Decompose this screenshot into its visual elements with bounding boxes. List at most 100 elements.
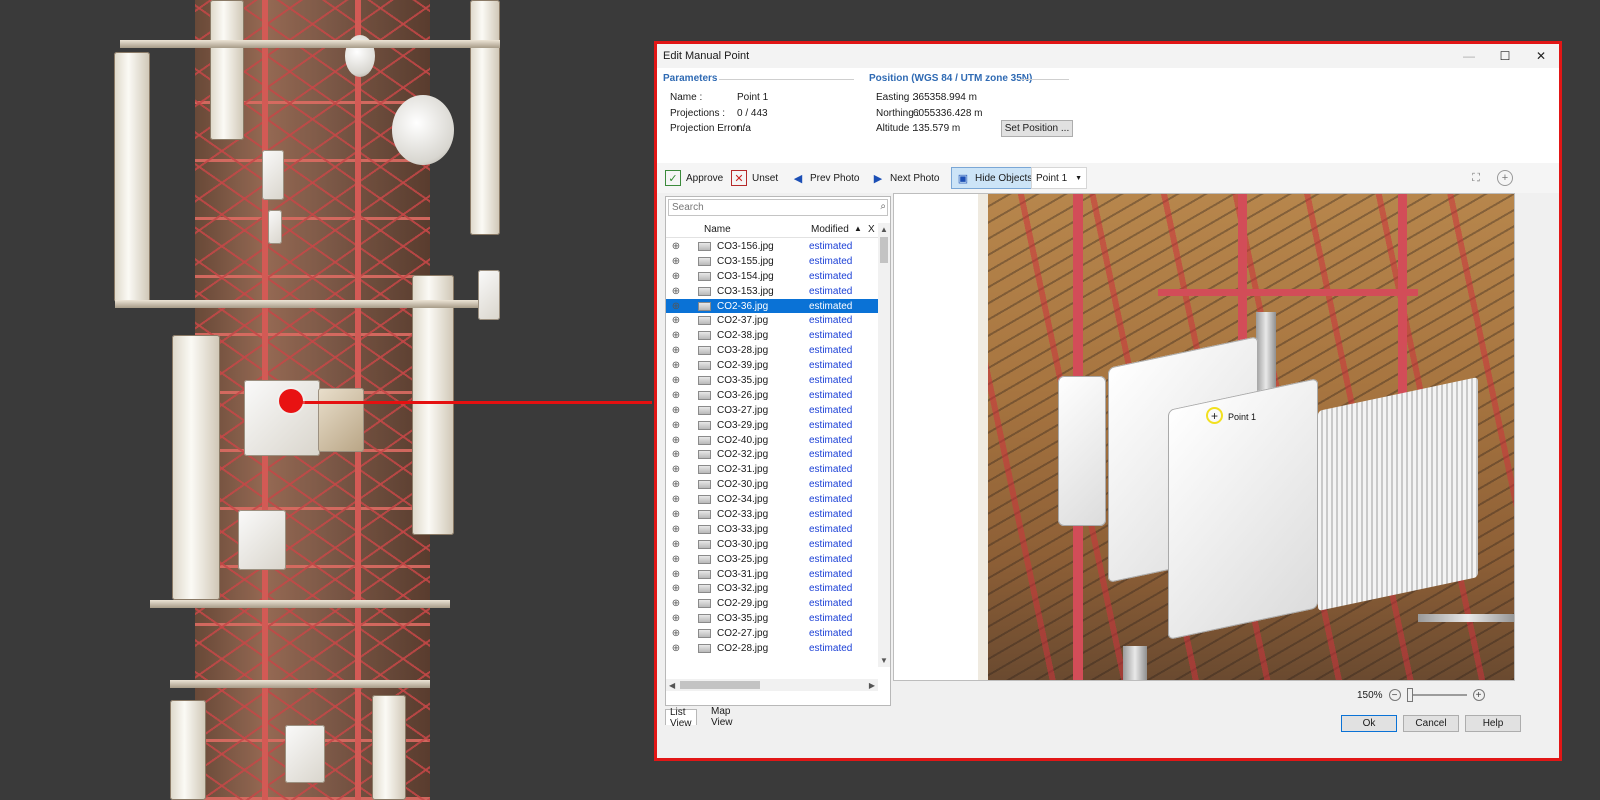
table-row[interactable]: ⊕ CO2-38.jpg estimated [666, 328, 878, 343]
tower-3d-view[interactable] [0, 0, 660, 800]
help-button[interactable]: Help [1465, 715, 1521, 732]
callout-line [292, 401, 652, 404]
table-row[interactable]: ⊕ CO3-155.jpg estimated [666, 254, 878, 269]
cancel-button[interactable]: Cancel [1403, 715, 1459, 732]
zoom-slider-thumb[interactable] [1406, 688, 1413, 702]
crosshair-icon[interactable]: ⊕ [666, 643, 686, 654]
scroll-left-icon[interactable]: ◀ [669, 681, 675, 690]
table-row[interactable]: ⊕ CO2-36.jpg estimated [666, 298, 878, 314]
zoom-in-icon[interactable]: + [1472, 689, 1485, 701]
crosshair-icon[interactable]: ⊕ [666, 390, 686, 401]
table-row[interactable]: ⊕ CO2-40.jpg estimated [666, 433, 878, 448]
crosshair-icon[interactable]: ⊕ [666, 330, 686, 341]
minimize-icon[interactable]: — [1451, 44, 1487, 68]
crosshair-icon[interactable]: ⊕ [666, 271, 686, 282]
crosshair-icon[interactable]: ⊕ [666, 241, 686, 252]
crosshair-icon[interactable]: ⊕ [666, 479, 686, 490]
crosshair-icon[interactable]: ⊕ [666, 613, 686, 624]
table-row[interactable]: ⊕ CO2-30.jpg estimated [666, 477, 878, 492]
table-row[interactable]: ⊕ CO3-30.jpg estimated [666, 537, 878, 552]
selected-point-marker[interactable] [279, 389, 303, 413]
close-icon[interactable]: ✕ [1523, 44, 1559, 68]
table-row[interactable]: ⊕ CO3-154.jpg estimated [666, 269, 878, 284]
table-row[interactable]: ⊕ CO3-35.jpg estimated [666, 373, 878, 388]
table-row[interactable]: ⊕ CO3-35.jpg estimated [666, 611, 878, 626]
crosshair-icon[interactable]: ⊕ [666, 315, 686, 326]
crosshair-icon[interactable]: ⊕ [666, 375, 686, 386]
crosshair-icon[interactable]: ⊕ [666, 449, 686, 460]
file-status: estimated [809, 345, 853, 357]
point-select[interactable]: Point 1 ▼ [1031, 167, 1087, 189]
crosshair-icon[interactable]: ⊕ [666, 628, 686, 639]
table-row[interactable]: ⊕ CO3-33.jpg estimated [666, 522, 878, 537]
scroll-right-icon[interactable]: ▶ [869, 681, 875, 690]
zoom-button[interactable]: + [1493, 167, 1517, 189]
file-status: estimated [809, 553, 853, 565]
table-row[interactable]: ⊕ CO3-26.jpg estimated [666, 388, 878, 403]
table-row[interactable]: ⊕ CO2-33.jpg estimated [666, 507, 878, 522]
col-extra-header[interactable]: X [868, 224, 875, 235]
crosshair-icon[interactable]: ⊕ [666, 598, 686, 609]
col-name-header[interactable]: Name [704, 224, 731, 235]
prev-photo-button[interactable]: ◀ Prev Photo [787, 167, 863, 189]
manual-point-target[interactable]: + [1206, 407, 1223, 424]
crosshair-icon[interactable]: ⊕ [666, 286, 686, 297]
ok-button[interactable]: Ok [1341, 715, 1397, 732]
crosshair-icon[interactable]: ⊕ [666, 405, 686, 416]
table-row[interactable]: ⊕ CO2-27.jpg estimated [666, 626, 878, 641]
table-row[interactable]: ⊕ CO2-29.jpg estimated [666, 596, 878, 611]
crosshair-icon[interactable]: ⊕ [666, 539, 686, 550]
table-row[interactable]: ⊕ CO3-28.jpg estimated [666, 343, 878, 358]
photo-viewer[interactable]: + Point 1 [893, 193, 1515, 681]
hide-objects-button[interactable]: ▣ Hide Objects [951, 167, 1038, 189]
zoom-fit-button[interactable]: ⛶ [1465, 167, 1487, 189]
vertical-scrollbar[interactable]: ▲ ▼ [878, 223, 890, 667]
crosshair-icon[interactable]: ⊕ [666, 256, 686, 267]
zoom-controls: 150% − + [1357, 687, 1485, 703]
easting-value: 365358.994 m [913, 92, 977, 103]
crosshair-icon[interactable]: ⊕ [666, 464, 686, 475]
next-photo-button[interactable]: ▶ Next Photo [867, 167, 943, 189]
zoom-out-icon[interactable]: − [1388, 689, 1401, 701]
crosshair-icon[interactable]: ⊕ [666, 360, 686, 371]
table-row[interactable]: ⊕ CO2-37.jpg estimated [666, 313, 878, 328]
unset-button[interactable]: ✕ Unset [727, 167, 782, 189]
table-row[interactable]: ⊕ CO2-39.jpg estimated [666, 358, 878, 373]
table-row[interactable]: ⊕ CO3-25.jpg estimated [666, 552, 878, 567]
crosshair-icon[interactable]: ⊕ [666, 345, 686, 356]
scroll-up-icon[interactable]: ▲ [880, 225, 888, 234]
table-row[interactable]: ⊕ CO2-31.jpg estimated [666, 462, 878, 477]
crosshair-icon[interactable]: ⊕ [666, 494, 686, 505]
table-row[interactable]: ⊕ CO3-156.jpg estimated [666, 239, 878, 254]
table-row[interactable]: ⊕ CO3-27.jpg estimated [666, 403, 878, 418]
set-position-button[interactable]: Set Position ... [1001, 120, 1073, 137]
horizontal-scrollbar[interactable]: ◀ ▶ [666, 679, 878, 691]
crosshair-icon[interactable]: ⊕ [666, 420, 686, 431]
zoom-slider[interactable] [1406, 688, 1467, 702]
approve-button[interactable]: ✓ Approve [661, 167, 727, 189]
scroll-thumb[interactable] [880, 237, 888, 263]
antenna-panel [372, 695, 406, 800]
table-row[interactable]: ⊕ CO3-31.jpg estimated [666, 567, 878, 582]
dialog-titlebar[interactable]: Edit Manual Point — ☐ ✕ [657, 44, 1559, 68]
crosshair-icon[interactable]: ⊕ [666, 435, 686, 446]
scroll-thumb[interactable] [680, 681, 760, 689]
photo-image[interactable] [978, 194, 1514, 680]
search-icon[interactable]: ⌕ [880, 201, 886, 212]
crosshair-icon[interactable]: ⊕ [666, 509, 686, 520]
crosshair-icon[interactable]: ⊕ [666, 569, 686, 580]
crosshair-icon[interactable]: ⊕ [666, 554, 686, 565]
search-input[interactable]: Search [668, 199, 888, 216]
crosshair-icon[interactable]: ⊕ [666, 583, 686, 594]
table-row[interactable]: ⊕ CO3-29.jpg estimated [666, 418, 878, 433]
table-row[interactable]: ⊕ CO3-32.jpg estimated [666, 581, 878, 596]
maximize-icon[interactable]: ☐ [1487, 44, 1523, 68]
scroll-down-icon[interactable]: ▼ [880, 656, 888, 665]
crosshair-icon[interactable]: ⊕ [666, 301, 686, 312]
crosshair-icon[interactable]: ⊕ [666, 524, 686, 535]
table-row[interactable]: ⊕ CO2-32.jpg estimated [666, 447, 878, 462]
table-row[interactable]: ⊕ CO3-153.jpg estimated [666, 284, 878, 299]
col-modified-header[interactable]: Modified [811, 224, 849, 235]
table-row[interactable]: ⊕ CO2-28.jpg estimated [666, 641, 878, 656]
table-row[interactable]: ⊕ CO2-34.jpg estimated [666, 492, 878, 507]
